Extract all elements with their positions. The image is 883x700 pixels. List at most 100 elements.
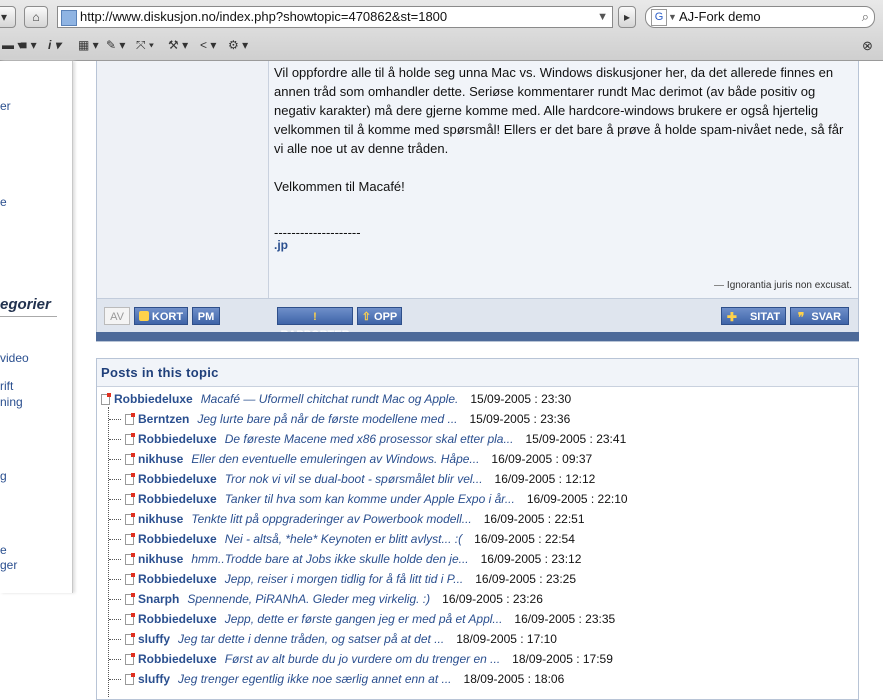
go-button[interactable]: ▸ (618, 6, 636, 28)
post-title-link[interactable]: Tror nok vi vil se dual-boot - spørsmåle… (225, 472, 483, 486)
post-date: 16/09-2005 : 09:37 (491, 452, 593, 466)
post-author-link[interactable]: nikhuse (138, 452, 183, 466)
topic-post-row[interactable]: Robbiedeluxe Først av alt burde du jo vur… (97, 649, 858, 669)
sidebar-link-fragment[interactable]: rift (0, 379, 13, 393)
topic-post-row[interactable]: nikhuse Tenkte litt på oppgraderinger av … (97, 509, 858, 529)
topic-post-row[interactable]: Robbiedeluxe Macafé — Uformell chitchat r… (97, 389, 858, 409)
topic-post-row[interactable]: Robbiedeluxe De føreste Macene med x86 pr… (97, 429, 858, 449)
topic-post-row[interactable]: nikhuse hmm..Trodde bare at Jobs ikke sku… (97, 549, 858, 569)
search-icon[interactable]: ⌕ (862, 7, 869, 27)
resize-icon[interactable]: ⤧ ▾ (136, 38, 154, 53)
profile-card-button[interactable]: KORT (134, 307, 188, 325)
post-author-link[interactable]: Robbiedeluxe (138, 532, 217, 546)
address-text: http://www.diskusjon.no/index.php?showto… (80, 9, 448, 24)
post-document-icon (125, 473, 135, 485)
back-icon[interactable]: < ▾ (200, 38, 216, 52)
topic-post-row[interactable]: Robbiedeluxe Jepp, reiser i morgen tidlig… (97, 569, 858, 589)
quote-label: SITAT (749, 311, 781, 323)
sidebar-divider (0, 316, 57, 317)
post-author-link[interactable]: Robbiedeluxe (138, 472, 217, 486)
post-date: 16/09-2005 : 12:12 (494, 472, 596, 486)
sidebar-link-fragment[interactable]: ger (0, 558, 17, 572)
post-author-link[interactable]: Robbiedeluxe (138, 492, 217, 506)
post-date: 18/09-2005 : 17:10 (456, 632, 557, 646)
post-author-link[interactable]: Berntzen (138, 412, 189, 426)
sidebar-heading: egorier (0, 296, 51, 313)
post-author-link[interactable]: sluffy (138, 632, 170, 646)
post-document-icon (125, 633, 135, 645)
sidebar-link-fragment[interactable]: g (0, 469, 7, 483)
post-title-link[interactable]: Tanker til hva som kan komme under Apple… (225, 492, 515, 506)
sidebar-link-fragment[interactable]: e (0, 195, 7, 209)
topic-post-text: Robbiedeluxe Først av alt burde du jo vur… (138, 649, 613, 669)
address-dropdown-icon[interactable]: ▼ (597, 7, 608, 27)
post-title-link[interactable]: Jeg tar dette i denne tråden, og satser … (178, 632, 444, 646)
topic-post-row[interactable]: Robbiedeluxe Tror nok vi vil se dual-boot… (97, 469, 858, 489)
topic-post-row[interactable]: Robbiedeluxe Jepp, dette er første gangen… (97, 609, 858, 629)
post-author-link[interactable]: Snarph (138, 592, 179, 606)
topic-post-row[interactable]: nikhuse Eller den eventuelle emuleringen … (97, 449, 858, 469)
pen-icon[interactable]: ✎ ▾ (106, 38, 125, 52)
topic-post-row[interactable]: sluffy Jeg tar dette i denne tråden, og s… (97, 629, 858, 649)
sidebar-link-fragment[interactable]: er (0, 99, 11, 113)
search-engine-dropdown-icon[interactable]: ▼ (668, 7, 677, 27)
topic-post-row[interactable]: Robbiedeluxe Nei - altså, *hele* Keynoten… (97, 529, 858, 549)
post-author-link[interactable]: Robbiedeluxe (138, 612, 217, 626)
home-button[interactable]: ⌂ (24, 6, 48, 28)
sidebar-link-fragment[interactable]: e (0, 543, 7, 557)
avatar-button-label: AV (110, 311, 124, 323)
forum-post: Vil oppfordre alle til å holde seg unna … (96, 61, 859, 342)
post-title-link[interactable]: hmm..Trodde bare at Jobs ikke skulle hol… (191, 552, 468, 566)
post-title-link[interactable]: Tenkte litt på oppgraderinger av Powerbo… (191, 512, 471, 526)
post-title-link[interactable]: Eller den eventuelle emuleringen av Wind… (191, 452, 479, 466)
top-label: OPP (374, 311, 398, 323)
post-document-icon (125, 513, 135, 525)
browser-toolbar: ▾ ⌂ http://www.diskusjon.no/index.php?sh… (0, 0, 883, 61)
dropdown-history-button[interactable]: ▾ (0, 6, 16, 28)
top-button[interactable]: ⇧ OPP (357, 307, 402, 325)
post-footer-bar (96, 332, 859, 341)
post-author-link[interactable]: Robbiedeluxe (138, 572, 217, 586)
post-document-icon (125, 433, 135, 445)
post-author-link[interactable]: sluffy (138, 672, 170, 686)
topic-post-row[interactable]: Snarph Spennende, PiRANhA. Gleder meg vir… (97, 589, 858, 609)
pm-button[interactable]: PM (192, 307, 220, 325)
reply-button[interactable]: ❞ SVAR (790, 307, 849, 325)
extension-toolbar: ▬ ▾ ■ ▾ i ▾ ▦ ▾ ✎ ▾ ⤧ ▾ ⚒ ▾ < ▾ ⚙ ▾ ⊗ (0, 36, 883, 56)
post-title-link[interactable]: Jeg lurte bare på når de første modellen… (197, 412, 457, 426)
report-button[interactable]: ! RAPPORTER (277, 307, 353, 341)
post-title-link[interactable]: De føreste Macene med x86 prosessor skal… (225, 432, 514, 446)
quote-button[interactable]: ✚ SITAT (721, 307, 786, 325)
post-title-link[interactable]: Macafé — Uformell chitchat rundt Mac og … (201, 392, 459, 406)
signature-link[interactable]: .jp (274, 238, 288, 252)
topic-post-row[interactable]: Berntzen Jeg lurte bare på når de første … (97, 409, 858, 429)
search-engine-icon[interactable]: G (651, 9, 667, 26)
search-field[interactable]: G ▼ AJ-Fork demo ⌕ (645, 6, 875, 28)
post-title-link[interactable]: Jeg trenger egentlig ikke noe særlig ann… (178, 672, 452, 686)
topic-post-row[interactable]: sluffy Jeg trenger egentlig ikke noe særl… (97, 669, 858, 689)
post-title-link[interactable]: Først av alt burde du jo vurdere om du t… (225, 652, 500, 666)
topic-post-row[interactable]: Robbiedeluxe Tanker til hva som kan komme… (97, 489, 858, 509)
grid-icon[interactable]: ▦ ▾ (78, 38, 99, 52)
avatar-button[interactable]: AV (104, 307, 130, 325)
post-date: 16/09-2005 : 23:12 (480, 552, 582, 566)
post-paragraph: Velkommen til Macafé! (274, 179, 405, 194)
info-icon[interactable]: i ▾ (48, 38, 61, 52)
address-bar[interactable]: http://www.diskusjon.no/index.php?showto… (57, 6, 613, 28)
gear-icon[interactable]: ⚙ ▾ (228, 38, 248, 52)
post-author-link[interactable]: Robbiedeluxe (138, 432, 217, 446)
post-author-link[interactable]: Robbiedeluxe (114, 392, 193, 406)
post-title-link[interactable]: Jepp, reiser i morgen tidlig for å få li… (225, 572, 464, 586)
post-title-link[interactable]: Spennende, PiRANhA. Gleder meg virkelig.… (187, 592, 430, 606)
topic-post-text: nikhuse hmm..Trodde bare at Jobs ikke sku… (138, 549, 581, 569)
close-icon[interactable]: ⊗ (862, 38, 873, 54)
post-author-link[interactable]: nikhuse (138, 512, 183, 526)
post-author-link[interactable]: nikhuse (138, 552, 183, 566)
sidebar-link-fragment[interactable]: ning (0, 395, 23, 409)
post-title-link[interactable]: Nei - altså, *hele* Keynoten er blitt av… (225, 532, 462, 546)
toolbar-item-2-icon[interactable]: ■ ▾ (20, 38, 37, 52)
post-author-link[interactable]: Robbiedeluxe (138, 652, 217, 666)
sidebar-link-fragment[interactable]: video (0, 351, 29, 365)
tools-icon[interactable]: ⚒ ▾ (168, 38, 188, 52)
post-title-link[interactable]: Jepp, dette er første gangen jeg er med … (225, 612, 503, 626)
